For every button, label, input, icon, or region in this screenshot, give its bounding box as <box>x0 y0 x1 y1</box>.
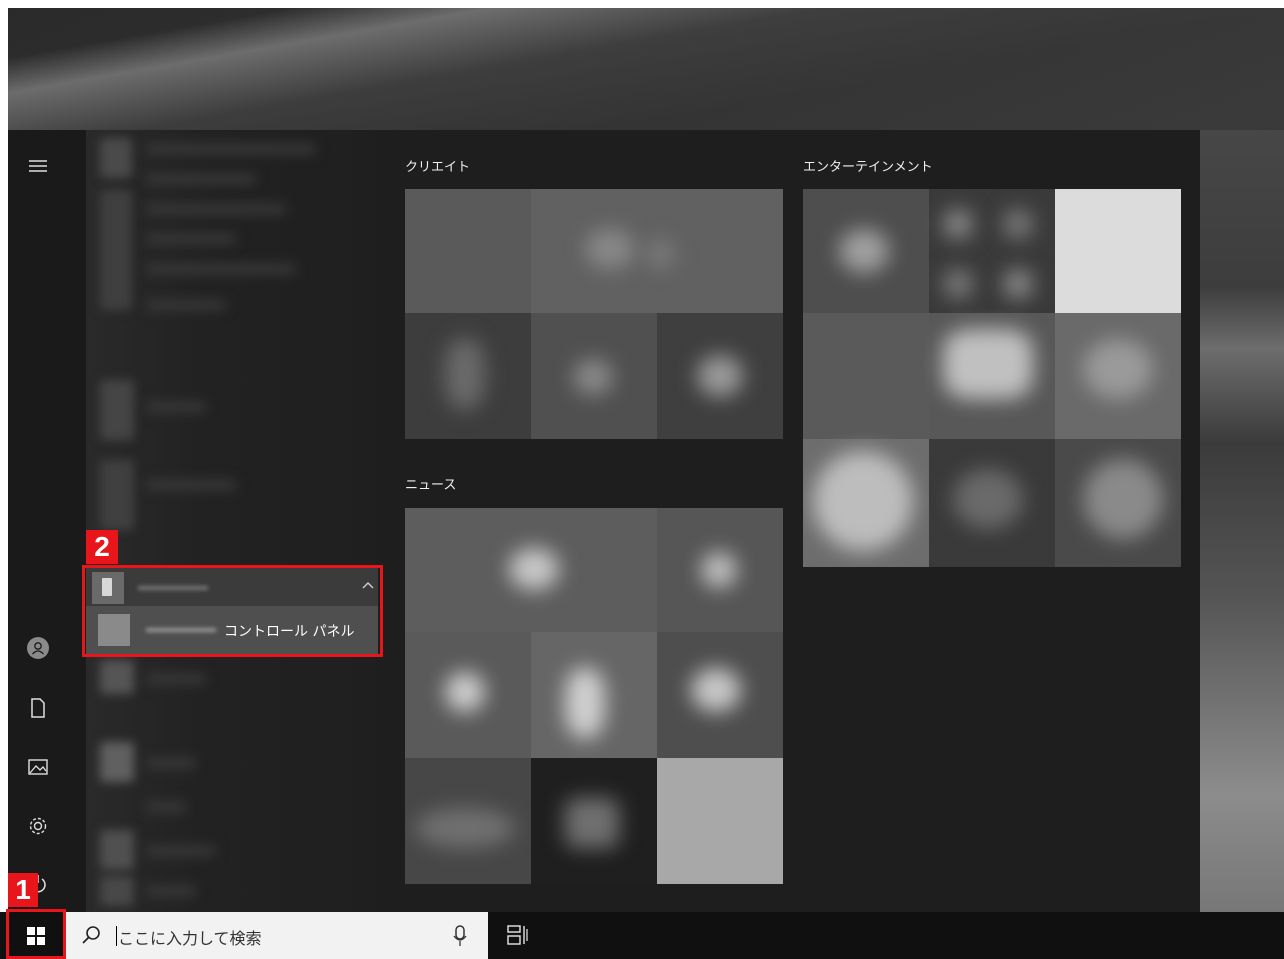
app-list <box>86 130 376 912</box>
task-view-icon[interactable] <box>506 924 532 948</box>
search-placeholder: ここに入力して検索 <box>118 929 262 948</box>
screen-border-top <box>0 0 1284 8</box>
text-caret <box>116 926 117 946</box>
pictures-icon[interactable] <box>24 753 52 781</box>
user-avatar-icon[interactable] <box>24 634 52 662</box>
group-title-create: クリエイト <box>405 160 471 175</box>
microphone-icon[interactable] <box>452 924 472 948</box>
tile-group-create[interactable] <box>405 189 783 439</box>
documents-icon[interactable] <box>24 694 52 722</box>
taskbar: ここに入力して検索 <box>0 912 1284 959</box>
step2-badge: 2 <box>86 530 118 564</box>
screen-border-left <box>0 0 8 959</box>
search-icon <box>80 924 104 948</box>
group-title-entertainment: エンターテインメント <box>803 160 933 175</box>
step2-highlight-box <box>82 565 383 657</box>
start-menu-rail <box>8 130 86 912</box>
group-title-news: ニュース <box>405 478 457 493</box>
settings-icon[interactable] <box>24 812 52 840</box>
tile-group-entertainment[interactable] <box>803 189 1181 567</box>
hamburger-menu-icon[interactable] <box>24 152 52 180</box>
step1-highlight-box <box>6 909 66 959</box>
desktop-wallpaper-edge <box>1200 130 1284 912</box>
step1-badge: 1 <box>8 873 38 907</box>
search-box[interactable]: ここに入力して検索 <box>66 912 488 959</box>
tile-group-news[interactable] <box>405 508 783 884</box>
start-menu: クリエイト エンターテインメント ニュース <box>8 130 1200 912</box>
